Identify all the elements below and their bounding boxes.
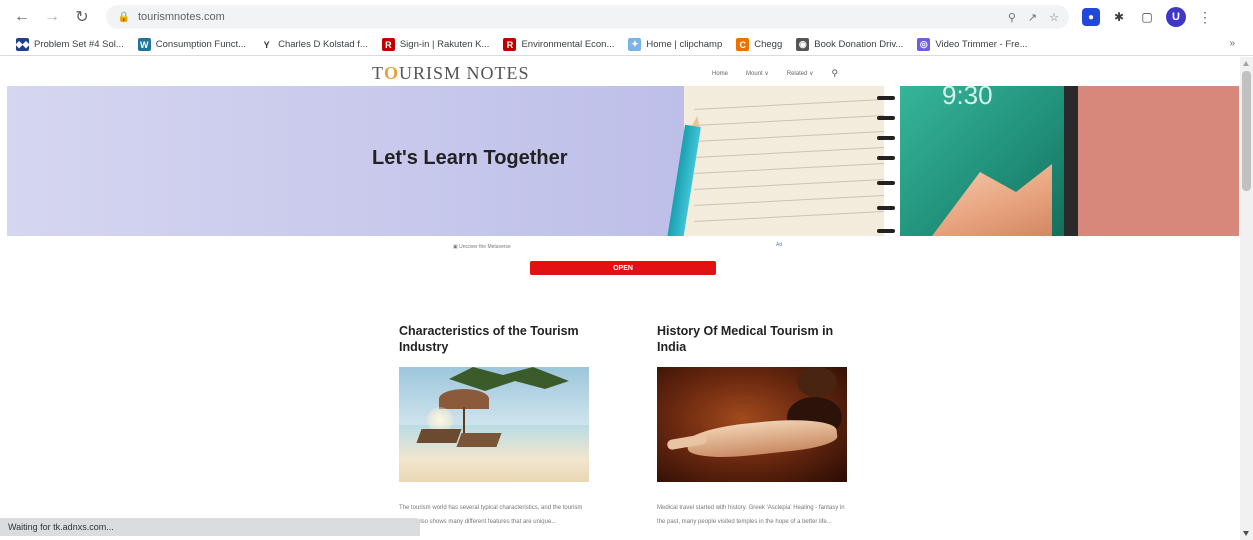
scroll-down-arrow-icon[interactable] <box>1243 531 1249 536</box>
spiral-ring <box>877 229 895 233</box>
site-header: TOURISM NOTES Home Mount ∨ Related ∨ ⚲ <box>0 57 1240 87</box>
kebab-menu-icon[interactable]: ⋮ <box>1196 8 1214 26</box>
bookmark-label: Sign-in | Rakuten K... <box>399 39 490 50</box>
spiral-ring <box>877 206 895 210</box>
ad-badge[interactable]: Ad <box>776 242 782 248</box>
share-icon[interactable]: ↗ <box>1028 11 1037 24</box>
beach-thumbnail[interactable] <box>399 367 589 482</box>
bookmark-item[interactable]: R Sign-in | Rakuten K... <box>381 38 490 51</box>
phone-time: 9:30 <box>942 86 993 110</box>
scroll-up-arrow-icon[interactable] <box>1243 61 1249 66</box>
nav-item-mount[interactable]: Mount ∨ <box>746 70 769 77</box>
lock-icon: 🔒 <box>117 11 131 23</box>
url-text[interactable]: tourismnotes.com <box>138 11 225 23</box>
address-bar[interactable]: 🔒 tourismnotes.com ⚲ ↗ ☆ <box>106 5 1069 29</box>
spiral-ring <box>877 96 895 100</box>
notebook-image <box>684 86 884 236</box>
nav-item-related[interactable]: Related ∨ <box>787 70 814 77</box>
bookmark-label: Video Trimmer - Fre... <box>935 39 1028 50</box>
search-icon[interactable]: ⚲ <box>832 68 839 79</box>
bookmarks-overflow-icon[interactable]: » <box>1229 38 1235 49</box>
post-title[interactable]: Characteristics of the Tourism Industry <box>399 323 589 355</box>
bookmark-item[interactable]: ◉ Book Donation Driv... <box>796 38 903 51</box>
bookmark-favicon-icon: W <box>137 38 151 51</box>
site-logo[interactable]: TOURISM NOTES <box>372 63 530 84</box>
reload-icon[interactable]: ↻ <box>70 5 94 29</box>
side-panel-icon[interactable]: ▢ <box>1138 8 1156 26</box>
bookmark-label: Environmental Econ... <box>521 39 615 50</box>
browser-toolbar: ← → ↻ 🔒 tourismnotes.com ⚲ ↗ ☆ ● ✱ ▢ U ⋮ <box>0 0 1253 34</box>
bookmarks-bar: ◆◆ Problem Set #4 Sol... W Consumption Func… <box>0 34 1253 56</box>
bookmark-favicon-icon: ◎ <box>917 38 931 51</box>
bookmark-label: Chegg <box>754 39 783 50</box>
status-bar: Waiting for tk.adnxs.com... <box>0 518 420 536</box>
bookmark-item[interactable]: Y Charles D Kolstad f... <box>260 38 368 51</box>
scroll-thumb[interactable] <box>1242 71 1251 191</box>
bookmark-favicon-icon: R <box>503 38 517 51</box>
extension-icon[interactable]: ● <box>1082 8 1100 26</box>
bookmark-label: Consumption Funct... <box>155 39 247 50</box>
bookmark-item[interactable]: W Consumption Funct... <box>137 38 247 51</box>
bookmark-label: Book Donation Driv... <box>814 39 904 50</box>
spiral-ring <box>877 181 895 185</box>
forward-arrow-icon[interactable]: → <box>40 5 64 29</box>
spiral-ring <box>877 156 895 160</box>
post-card[interactable]: Characteristics of the Tourism Industry … <box>399 323 589 525</box>
post-title[interactable]: History Of Medical Tourism in India <box>657 323 847 355</box>
nav-item-home[interactable]: Home <box>712 71 728 77</box>
back-arrow-icon[interactable]: ← <box>10 5 34 29</box>
logo-o: O <box>384 63 400 83</box>
spiral-ring <box>877 136 895 140</box>
bookmark-label: Problem Set #4 Sol... <box>34 39 124 50</box>
zoom-icon[interactable]: ⚲ <box>1008 11 1016 24</box>
bookmark-favicon-icon: Y <box>260 38 274 51</box>
bookmark-star-icon[interactable]: ☆ <box>1049 11 1059 24</box>
hero-gradient <box>7 86 684 236</box>
spiral-ring <box>877 116 895 120</box>
site-nav: Home Mount ∨ Related ∨ ⚲ <box>712 68 838 79</box>
bookmark-label: Home | clipchamp <box>646 39 723 50</box>
ad-open-button[interactable]: OPEN <box>530 261 716 275</box>
bookmark-item[interactable]: ✦ Home | clipchamp <box>628 38 722 51</box>
bookmark-item[interactable]: R Environmental Econ... <box>503 38 614 51</box>
extensions-puzzle-icon[interactable]: ✱ <box>1110 8 1128 26</box>
post-excerpt: Medical travel started with history. Gre… <box>657 505 845 525</box>
logo-t: T <box>372 63 384 83</box>
ad-text[interactable]: ▣ Uncover the Metaverse <box>453 244 511 250</box>
page-viewport: TOURISM NOTES Home Mount ∨ Related ∨ ⚲ L… <box>0 57 1240 540</box>
page-scrollbar[interactable] <box>1240 57 1253 540</box>
bookmark-item[interactable]: C Chegg <box>736 38 782 51</box>
phone-edge <box>1064 86 1078 236</box>
bookmark-favicon-icon: ◆◆ <box>15 38 30 51</box>
spa-thumbnail[interactable] <box>657 367 847 482</box>
logo-rest: URISM NOTES <box>399 63 530 83</box>
bookmark-item[interactable]: ◆◆ Problem Set #4 Sol... <box>16 38 124 51</box>
hero-banner: Let's Learn Together 9:30 <box>7 86 1239 236</box>
bookmark-label: Charles D Kolstad f... <box>278 39 368 50</box>
hero-title: Let's Learn Together <box>372 147 568 169</box>
profile-avatar[interactable]: U <box>1166 7 1186 27</box>
hero-pink-panel <box>1078 86 1239 236</box>
bookmark-favicon-icon: ✦ <box>628 38 642 51</box>
post-excerpt: The tourism world has several typical ch… <box>399 505 583 525</box>
bookmark-favicon-icon: R <box>381 38 395 51</box>
bookmark-favicon-icon: C <box>736 38 750 51</box>
bookmark-favicon-icon: ◉ <box>796 38 810 51</box>
bookmark-item[interactable]: ◎ Video Trimmer - Fre... <box>917 38 1028 51</box>
post-card[interactable]: History Of Medical Tourism in India Medi… <box>657 323 847 525</box>
